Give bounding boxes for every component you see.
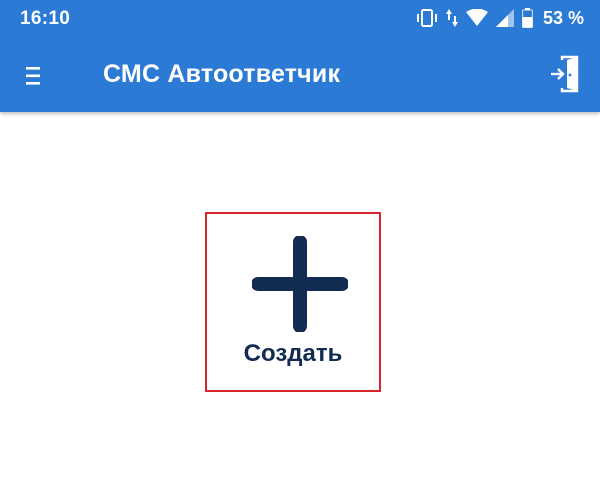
create-button[interactable]: Создать: [207, 214, 379, 390]
battery-percent: 53 %: [542, 7, 584, 28]
wifi-icon: [465, 9, 488, 26]
toolbar: СМС Автоответчик: [0, 44, 600, 108]
create-highlight-frame: Создать: [205, 212, 381, 392]
app-title: СМС Автоответчик: [103, 60, 341, 88]
status-icons: 53 %: [416, 7, 584, 29]
data-arrows-icon: [445, 9, 458, 27]
status-bar: 16:10 53 %: [0, 0, 600, 38]
hamburger-menu-icon[interactable]: [26, 65, 42, 87]
battery-icon: [521, 8, 533, 28]
status-time: 16:10: [20, 8, 71, 29]
plus-icon: [252, 236, 348, 332]
create-label: Создать: [243, 340, 343, 367]
app-bar: 16:10 53 % СМС Автоответчик: [0, 0, 600, 112]
vibrate-icon: [416, 9, 437, 27]
exit-door-icon[interactable]: [550, 54, 580, 94]
signal-icon: [495, 9, 514, 27]
